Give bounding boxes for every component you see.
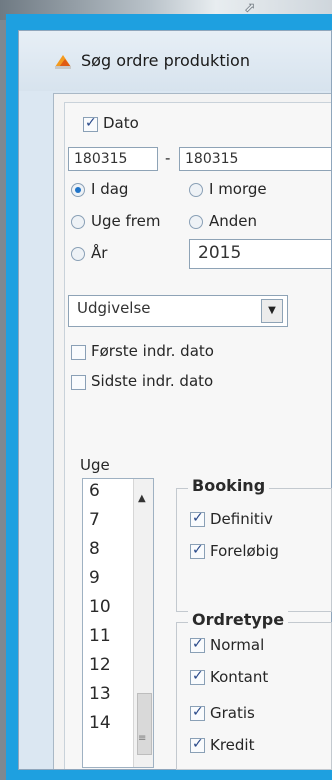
definitiv-label: Definitiv bbox=[210, 510, 273, 528]
foerste-indr-dato-label: Første indr. dato bbox=[91, 342, 214, 360]
app-icon bbox=[55, 55, 71, 69]
ordretype-title: Ordretype bbox=[188, 610, 289, 629]
date-type-value: Udgivelse bbox=[77, 299, 151, 317]
uge-scrollbar[interactable]: ▲ ≡ bbox=[133, 479, 153, 767]
booking-title: Booking bbox=[188, 476, 270, 495]
foreloebig-label: Foreløbig bbox=[210, 542, 279, 560]
sidste-indr-dato-checkbox[interactable] bbox=[71, 375, 86, 390]
radio-i-morgen-label: I morge bbox=[209, 180, 267, 198]
radio-uge-frem-label: Uge frem bbox=[91, 212, 161, 230]
foerste-indr-dato-checkbox[interactable] bbox=[71, 345, 86, 360]
normal-label: Normal bbox=[210, 636, 265, 654]
normal-checkbox[interactable] bbox=[190, 636, 205, 653]
list-item[interactable]: 11 bbox=[89, 626, 111, 646]
list-item[interactable]: 12 bbox=[89, 655, 111, 675]
list-item[interactable]: 6 bbox=[89, 481, 100, 501]
uge-label: Uge bbox=[80, 456, 110, 474]
radio-i-dag[interactable] bbox=[71, 183, 85, 197]
kontant-label: Kontant bbox=[210, 668, 269, 686]
kredit-checkbox[interactable] bbox=[190, 736, 205, 753]
radio-aar-label: År bbox=[91, 244, 108, 262]
list-item[interactable]: 8 bbox=[89, 539, 100, 559]
dato-label: Dato bbox=[103, 114, 139, 132]
window-title: Søg ordre produktion bbox=[81, 51, 250, 70]
list-item[interactable]: 14 bbox=[89, 713, 111, 733]
list-item[interactable]: 7 bbox=[89, 510, 100, 530]
gratis-label: Gratis bbox=[210, 704, 255, 722]
scrollbar-thumb[interactable] bbox=[137, 693, 152, 755]
list-item[interactable]: 9 bbox=[89, 568, 100, 588]
radio-uge-frem[interactable] bbox=[71, 215, 85, 229]
radio-anden[interactable] bbox=[189, 215, 203, 229]
dato-from-input[interactable]: 180315 bbox=[68, 147, 158, 171]
gratis-checkbox[interactable] bbox=[190, 704, 205, 721]
year-select-value: 2015 bbox=[198, 243, 242, 263]
date-type-dropdown-button[interactable]: ▼ bbox=[261, 299, 283, 323]
radio-i-dag-label: I dag bbox=[91, 180, 129, 198]
kontant-checkbox[interactable] bbox=[190, 668, 205, 685]
radio-aar[interactable] bbox=[71, 247, 85, 261]
window-titlebar[interactable]: Søg ordre produktion bbox=[19, 31, 331, 91]
sidste-indr-dato-label: Sidste indr. dato bbox=[91, 372, 214, 390]
uge-listbox[interactable]: 6 7 8 9 10 11 12 13 14 ▲ ≡ bbox=[82, 478, 154, 768]
definitiv-checkbox[interactable] bbox=[190, 510, 205, 527]
date-type-select[interactable]: Udgivelse bbox=[68, 295, 288, 327]
list-item[interactable]: 10 bbox=[89, 597, 111, 617]
scroll-grip-icon: ≡ bbox=[138, 733, 147, 744]
dato-separator: - bbox=[165, 149, 171, 167]
list-item[interactable]: 13 bbox=[89, 684, 111, 704]
radio-anden-label: Anden bbox=[209, 212, 258, 230]
foreloebig-checkbox[interactable] bbox=[190, 542, 205, 559]
dato-to-input[interactable]: 180315 bbox=[179, 147, 331, 171]
radio-i-morgen[interactable] bbox=[189, 183, 203, 197]
kredit-label: Kredit bbox=[210, 736, 255, 754]
dato-checkbox[interactable] bbox=[83, 115, 98, 132]
year-select[interactable]: 2015 bbox=[189, 239, 331, 269]
scroll-up-arrow-icon[interactable]: ▲ bbox=[138, 493, 146, 504]
